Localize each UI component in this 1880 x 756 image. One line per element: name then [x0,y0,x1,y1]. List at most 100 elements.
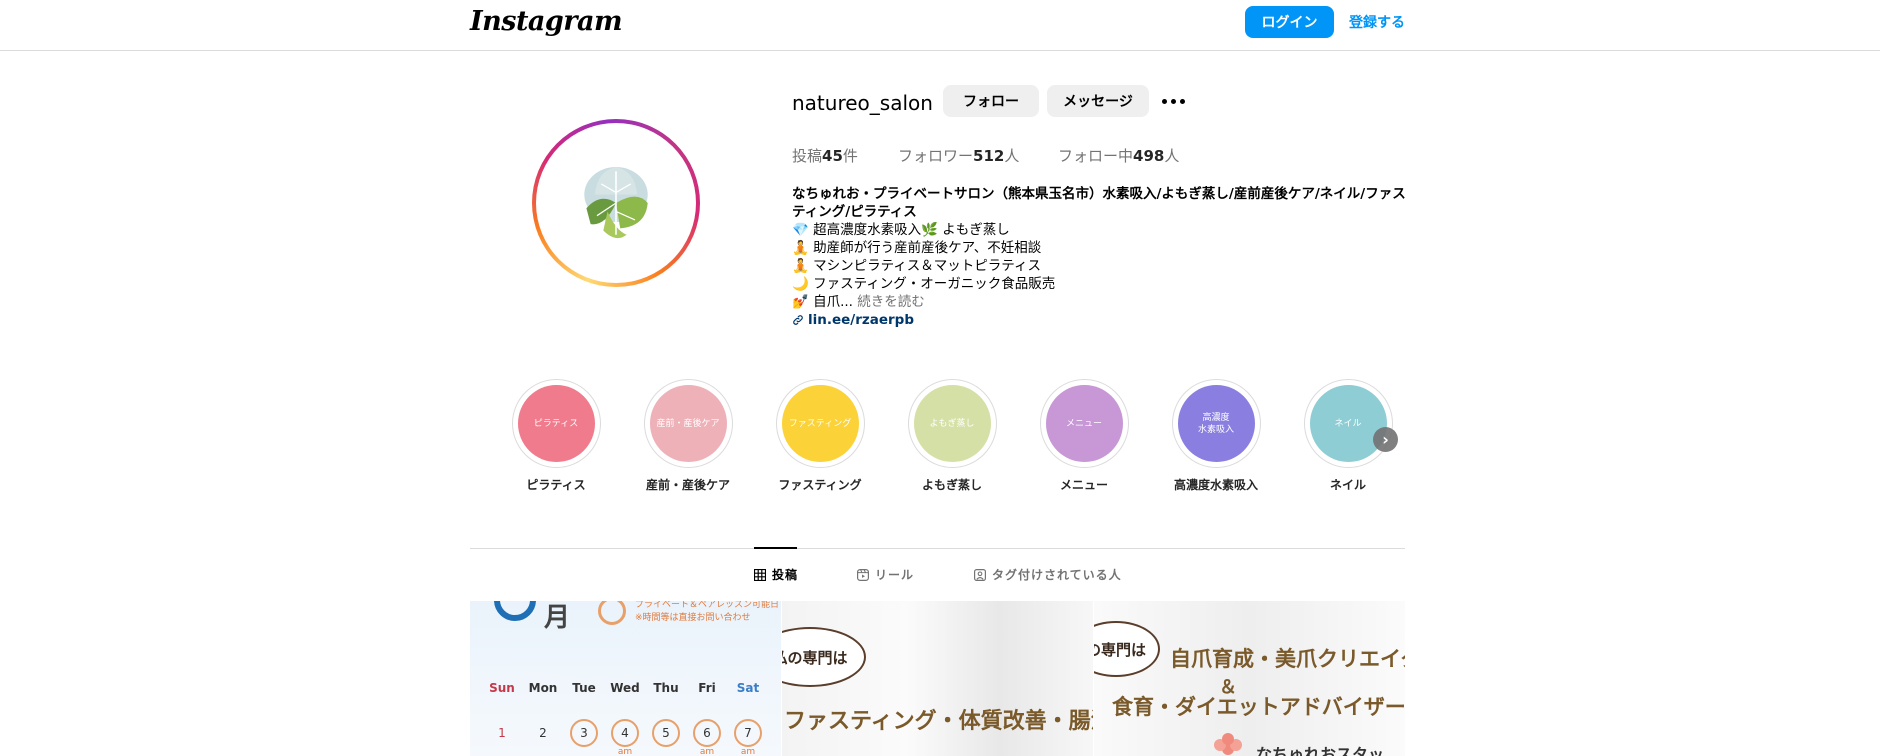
highlight-cover: ファスティング [781,385,859,462]
highlight-label: メニュー [1059,478,1108,492]
followers-number: 512 [973,147,1005,165]
tab-posts[interactable]: 投稿 [754,566,798,583]
bio-url-link[interactable]: lin.ee/rzaerpb [792,311,1407,329]
weekday-label: Sun [489,681,515,695]
calendar-note: プライベート＆ペアレッスン可能日 ※時間等は直接お問い合わせ [635,601,779,625]
followers-unit: 人 [1004,147,1020,165]
calendar-ring-decoration [494,601,536,621]
instagram-logo[interactable]: Instagram [470,6,623,37]
tab-label: 投稿 [772,568,799,582]
posts-unit: 件 [842,147,858,165]
highlight-cover: メニュー [1045,385,1123,462]
profile-username: natureo_salon [792,91,933,115]
following-label: フォロー中 [1058,147,1134,165]
grid-icon [754,568,766,581]
profile-avatar[interactable] [532,119,700,287]
avatar-image [542,129,690,277]
weekday-label: Wed [610,681,640,695]
posts-count: 投稿45件 [792,145,858,166]
highlight-yomogi[interactable]: よもぎ蒸し よもぎ蒸し [897,379,1007,493]
weekday-label: Sat [736,681,760,695]
calendar-am-label: am [740,747,756,756]
bio-line: 💎 超高濃度水素吸入🌿 よもぎ蒸し [792,222,1010,238]
bio-name: なちゅれお・プライベートサロン（熊本県玉名市）水素吸入/よもぎ蒸し/産前産後ケア… [792,186,1406,220]
calendar-legend-circle [598,601,626,625]
highlight-hydrogen[interactable]: 高濃度 水素吸入 高濃度水素吸入 [1161,379,1271,493]
tabs-divider [470,548,1405,549]
active-tab-indicator [754,547,797,549]
bio-line: 🧘 マシンピラティス＆マットピラティス [792,258,1041,274]
weekday-label: Tue [572,681,596,695]
read-more-link[interactable]: 続きを読む [857,294,925,310]
following-number: 498 [1133,147,1165,165]
highlight-menu[interactable]: メニュー メニュー [1029,379,1139,493]
calendar-day: 3 [570,719,598,747]
highlight-label: ファスティング [778,478,862,492]
highlight-label: ネイル [1329,478,1366,492]
calendar-note-line: プライベート＆ペアレッスン可能日 [635,601,780,610]
message-button[interactable]: メッセージ [1047,85,1149,117]
calendar-day: 1 [498,726,506,740]
weekday-label: Thu [653,681,679,695]
link-icon [793,315,803,325]
highlight-ring: よもぎ蒸し [907,379,997,468]
post-tile[interactable]: 私の専門は ファスティング・体質改善・腸活指 [782,601,1093,756]
highlight-cover: よもぎ蒸し [913,385,991,462]
tab-reels[interactable]: リール [857,566,914,583]
tab-label: リール [875,568,915,582]
flower-decoration-icon [1214,733,1242,755]
highlight-ring: 産前・産後ケア [643,379,733,468]
calendar-am-label: am [617,747,633,756]
leaf-logo-icon [542,129,690,277]
highlight-ring: メニュー [1039,379,1129,468]
calendar-day: 7 [734,719,762,747]
highlight-pilates[interactable]: ピラティス ピラティス [501,379,611,493]
more-options-icon[interactable] [1160,92,1186,110]
bio-line: 🧘 助産師が行う産前産後ケア、不妊相談 [792,240,1042,256]
highlight-cover: 産前・産後ケア [649,385,727,462]
bio-line: 💅 自爪... [792,294,853,310]
highlight-cover: ピラティス [517,385,595,462]
bio-url-text: lin.ee/rzaerpb [808,312,915,328]
post-headline: 自爪育成・美爪クリエイタ [1170,647,1405,671]
speech-bubble: の専門は [1094,621,1160,677]
calendar-day: 2 [539,726,547,740]
login-button[interactable]: ログイン [1245,6,1334,38]
speech-bubble: 私の専門は [782,627,866,687]
reels-icon [857,568,869,581]
weekday-label: Fri [698,681,716,695]
bio-line: 🌙 ファスティング・オーガニック食品販売 [792,276,1056,292]
followers-label: フォロワー [898,147,974,165]
highlight-ring: 高濃度 水素吸入 [1171,379,1261,468]
follow-button[interactable]: フォロー [943,85,1039,117]
followers-count[interactable]: フォロワー512人 [898,145,1019,166]
tab-tagged[interactable]: タグ付けされている人 [974,566,1122,583]
post-headline: 食育・ダイエットアドバイザー [1112,695,1405,719]
highlight-ring: ピラティス [511,379,601,468]
calendar-am-label: am [699,747,715,756]
signup-link[interactable]: 登録する [1349,12,1405,32]
highlight-ring: ネイル [1303,379,1393,468]
highlight-label: よもぎ蒸し [921,478,982,492]
tab-label: タグ付けされている人 [992,568,1122,582]
calendar-day: 5 [652,719,680,747]
calendar-day: 4 [611,719,639,747]
highlight-label: ピラティス [526,478,586,492]
calendar-day: 6 [693,719,721,747]
highlight-ring: ファスティング [775,379,865,468]
top-bar: Instagram ログイン 登録する [0,0,1880,51]
posts-label: 投稿 [792,147,823,165]
following-count[interactable]: フォロー中498人 [1058,145,1179,166]
post-tile[interactable]: 月 プライベート＆ペアレッスン可能日 ※時間等は直接お問い合わせ Sun Mon… [470,601,781,756]
post-footer-text: なちゅれおスタッ [1256,745,1385,756]
calendar-month: 月 [544,603,571,633]
chevron-right-icon[interactable]: › [1373,427,1398,452]
highlight-cover: ネイル [1309,385,1387,462]
avatar-border [536,123,696,283]
highlight-label: 産前・産後ケア [645,478,730,492]
weekday-label: Mon [528,681,558,695]
highlight-prenatal-care[interactable]: 産前・産後ケア 産前・産後ケア [633,379,743,493]
highlight-fasting[interactable]: ファスティング ファスティング [765,379,875,493]
post-tile[interactable]: の専門は 自爪育成・美爪クリエイタ ＆ 食育・ダイエットアドバイザー なちゅれお… [1094,601,1405,756]
post-headline: ファスティング・体質改善・腸活指 [784,709,1093,734]
